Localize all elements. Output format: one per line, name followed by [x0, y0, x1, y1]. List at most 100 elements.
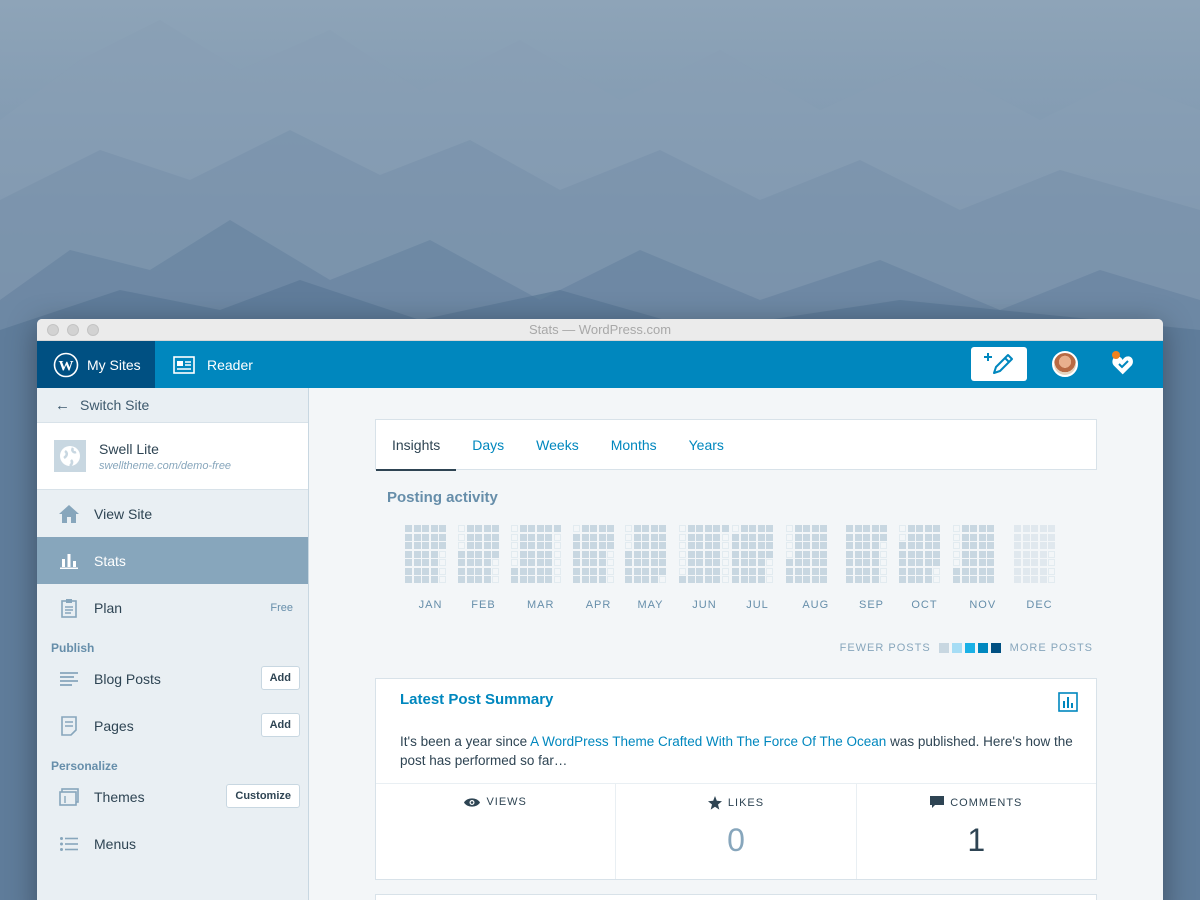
day-cell[interactable]: [659, 525, 666, 532]
day-cell[interactable]: [439, 525, 446, 532]
day-cell[interactable]: [458, 559, 465, 566]
my-sites-button[interactable]: W My Sites: [37, 341, 155, 388]
day-cell[interactable]: [1014, 576, 1021, 583]
day-cell[interactable]: [1014, 567, 1021, 575]
tab-insights[interactable]: Insights: [376, 420, 457, 471]
day-cell[interactable]: [863, 567, 870, 575]
day-cell[interactable]: [1031, 576, 1038, 583]
day-cell[interactable]: [961, 550, 969, 558]
day-cell[interactable]: [871, 542, 879, 549]
day-cell[interactable]: [413, 567, 421, 575]
day-cell[interactable]: [590, 542, 597, 549]
day-cell[interactable]: [961, 525, 969, 532]
day-cell[interactable]: [757, 576, 765, 583]
day-cell[interactable]: [899, 533, 906, 541]
day-cell[interactable]: [811, 533, 819, 541]
day-cell[interactable]: [863, 550, 870, 558]
day-cell[interactable]: [907, 542, 915, 549]
latest-post-title[interactable]: Latest Post Summary: [400, 691, 553, 708]
day-cell[interactable]: [642, 559, 649, 566]
day-cell[interactable]: [607, 550, 614, 558]
day-cell[interactable]: [422, 542, 429, 549]
day-cell[interactable]: [650, 542, 658, 549]
day-cell[interactable]: [439, 542, 446, 549]
day-cell[interactable]: [820, 567, 827, 575]
day-cell[interactable]: [953, 550, 960, 558]
day-cell[interactable]: [880, 567, 887, 575]
day-cell[interactable]: [794, 567, 802, 575]
day-cell[interactable]: [987, 550, 994, 558]
day-cell[interactable]: [871, 567, 879, 575]
day-cell[interactable]: [483, 525, 491, 532]
day-cell[interactable]: [405, 559, 412, 566]
day-cell[interactable]: [405, 550, 412, 558]
day-cell[interactable]: [679, 567, 686, 575]
day-cell[interactable]: [961, 559, 969, 566]
day-cell[interactable]: [1048, 533, 1055, 541]
day-cell[interactable]: [545, 559, 552, 566]
sidebar-item-pages[interactable]: Pages Add: [37, 702, 308, 749]
day-cell[interactable]: [880, 542, 887, 549]
day-cell[interactable]: [880, 559, 887, 566]
day-cell[interactable]: [492, 533, 499, 541]
day-cell[interactable]: [1039, 533, 1047, 541]
day-cell[interactable]: [880, 550, 887, 558]
write-post-button[interactable]: [971, 347, 1027, 381]
day-cell[interactable]: [803, 550, 810, 558]
day-cell[interactable]: [721, 576, 729, 583]
day-cell[interactable]: [749, 550, 756, 558]
day-cell[interactable]: [713, 533, 720, 541]
day-cell[interactable]: [713, 567, 720, 575]
day-cell[interactable]: [1014, 525, 1021, 532]
day-cell[interactable]: [899, 567, 906, 575]
day-cell[interactable]: [405, 533, 412, 541]
day-cell[interactable]: [625, 542, 632, 549]
day-cell[interactable]: [740, 567, 748, 575]
day-cell[interactable]: [978, 542, 986, 549]
day-cell[interactable]: [430, 567, 438, 575]
day-cell[interactable]: [794, 533, 802, 541]
day-cell[interactable]: [794, 576, 802, 583]
day-cell[interactable]: [545, 567, 552, 575]
day-cell[interactable]: [1048, 567, 1055, 575]
day-cell[interactable]: [536, 576, 544, 583]
day-cell[interactable]: [1048, 542, 1055, 549]
day-cell[interactable]: [794, 550, 802, 558]
day-cell[interactable]: [633, 576, 641, 583]
day-cell[interactable]: [854, 533, 862, 541]
stats-chart-icon[interactable]: [1058, 692, 1078, 712]
day-cell[interactable]: [475, 559, 482, 566]
day-cell[interactable]: [545, 533, 552, 541]
day-cell[interactable]: [924, 576, 932, 583]
day-cell[interactable]: [511, 567, 518, 575]
day-cell[interactable]: [466, 525, 474, 532]
day-cell[interactable]: [511, 559, 518, 566]
day-cell[interactable]: [687, 576, 695, 583]
day-cell[interactable]: [545, 525, 552, 532]
day-cell[interactable]: [846, 576, 853, 583]
day-cell[interactable]: [553, 550, 561, 558]
day-cell[interactable]: [924, 559, 932, 566]
day-cell[interactable]: [679, 542, 686, 549]
day-cell[interactable]: [511, 576, 518, 583]
day-cell[interactable]: [687, 533, 695, 541]
day-cell[interactable]: [511, 525, 518, 532]
day-cell[interactable]: [536, 559, 544, 566]
day-cell[interactable]: [598, 525, 606, 532]
day-cell[interactable]: [704, 576, 712, 583]
day-cell[interactable]: [492, 550, 499, 558]
day-cell[interactable]: [536, 550, 544, 558]
day-cell[interactable]: [439, 567, 446, 575]
day-cell[interactable]: [721, 559, 729, 566]
day-cell[interactable]: [650, 567, 658, 575]
day-cell[interactable]: [978, 559, 986, 566]
day-cell[interactable]: [625, 567, 632, 575]
day-cell[interactable]: [854, 550, 862, 558]
day-cell[interactable]: [607, 567, 614, 575]
day-cell[interactable]: [607, 542, 614, 549]
day-cell[interactable]: [573, 559, 580, 566]
current-site-card[interactable]: Swell Lite swelltheme.com/demo-free: [37, 423, 308, 490]
day-cell[interactable]: [633, 567, 641, 575]
day-cell[interactable]: [863, 542, 870, 549]
day-cell[interactable]: [1039, 559, 1047, 566]
